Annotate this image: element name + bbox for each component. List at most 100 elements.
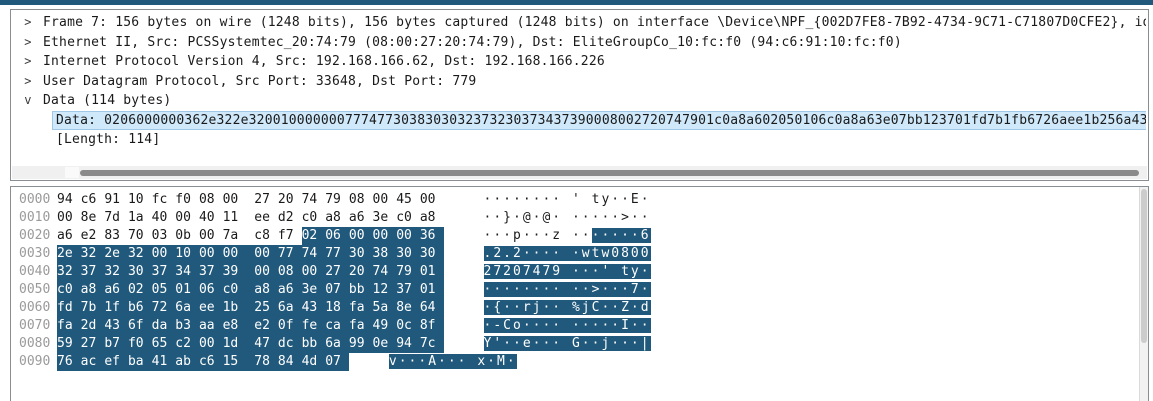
ascii-char[interactable]: ·: [611, 192, 621, 207]
ascii-char[interactable]: ·: [601, 210, 611, 225]
ascii-char[interactable]: ·: [458, 354, 468, 369]
hex-byte[interactable]: 91: [104, 191, 128, 209]
ascii-char[interactable]: w: [582, 246, 592, 261]
ascii-char[interactable]: ·: [484, 192, 494, 207]
tree-row[interactable]: >User Datagram Protocol, Src Port: 33648…: [11, 72, 1146, 92]
hex-byte[interactable]: 06: [199, 281, 223, 299]
hex-byte[interactable]: 27: [81, 335, 105, 353]
ascii-char[interactable]: ·: [503, 282, 513, 297]
hex-byte[interactable]: 37: [152, 263, 176, 281]
ascii-char[interactable]: [562, 228, 572, 243]
hex-byte[interactable]: d2: [278, 209, 302, 227]
hex-byte[interactable]: 10: [128, 191, 152, 209]
hex-byte[interactable]: 00: [199, 245, 223, 263]
ascii-char[interactable]: ·: [621, 282, 631, 297]
hex-byte[interactable]: ee: [199, 299, 223, 317]
ascii-char[interactable]: ': [493, 336, 503, 351]
hex-byte[interactable]: 0f: [278, 317, 302, 335]
hex-byte[interactable]: 79: [396, 263, 420, 281]
ascii-char[interactable]: ·: [513, 192, 523, 207]
hex-byte[interactable]: 8f: [420, 317, 444, 335]
hex-byte[interactable]: 12: [373, 281, 397, 299]
hex-byte[interactable]: 11: [223, 209, 255, 227]
ascii-char[interactable]: ·: [493, 192, 503, 207]
hex-byte[interactable]: 18: [325, 299, 349, 317]
hex-byte[interactable]: 3e: [302, 281, 326, 299]
ascii-char[interactable]: j: [601, 336, 611, 351]
ascii-char[interactable]: ·: [418, 354, 428, 369]
ascii-char[interactable]: [562, 210, 572, 225]
hex-byte[interactable]: 1d: [223, 335, 255, 353]
hex-byte[interactable]: da: [152, 317, 176, 335]
ascii-char[interactable]: .: [503, 246, 513, 261]
ascii-char[interactable]: ·: [503, 228, 513, 243]
ascii-char[interactable]: t: [592, 192, 602, 207]
ascii-char[interactable]: ·: [631, 336, 641, 351]
ascii-char[interactable]: ': [601, 264, 611, 279]
ascii-char[interactable]: j: [533, 300, 543, 315]
hex-row[interactable]: 000094c69110fcf008002720747908004500····…: [11, 191, 651, 209]
hex-byte[interactable]: ab: [175, 353, 199, 371]
hex-byte[interactable]: c8: [254, 227, 278, 245]
hex-byte[interactable]: 32: [128, 245, 152, 263]
hex-byte[interactable]: 32: [104, 263, 128, 281]
ascii-char[interactable]: ·: [399, 354, 409, 369]
hex-byte[interactable]: 27: [325, 263, 349, 281]
ascii-char[interactable]: ·: [503, 300, 513, 315]
hex-byte[interactable]: 37: [81, 263, 105, 281]
ascii-char[interactable]: ·: [601, 228, 611, 243]
hex-byte[interactable]: 25: [254, 299, 278, 317]
hex-row[interactable]: 009076acefba41abc61578844d07v···A··· x·M…: [11, 353, 651, 371]
ascii-char[interactable]: ·: [582, 210, 592, 225]
ascii-char[interactable]: ·: [611, 318, 621, 333]
hex-byte[interactable]: b7: [104, 335, 128, 353]
hex-byte[interactable]: 43: [104, 317, 128, 335]
ascii-char[interactable]: >: [592, 282, 602, 297]
ascii-char[interactable]: ·: [513, 210, 523, 225]
ascii-char[interactable]: 0: [641, 246, 651, 261]
hex-byte[interactable]: fa: [349, 317, 373, 335]
ascii-char[interactable]: ·: [601, 318, 611, 333]
ascii-char[interactable]: Z: [621, 300, 631, 315]
hex-row[interactable]: 0010008e7d1a40004011eed2c0a8a63ec0a8··}·…: [11, 209, 651, 227]
ascii-char[interactable]: 2: [493, 246, 503, 261]
hex-byte[interactable]: ac: [81, 353, 105, 371]
ascii-char[interactable]: x: [477, 354, 487, 369]
ascii-char[interactable]: ·: [523, 318, 533, 333]
hex-byte[interactable]: 77: [325, 245, 349, 263]
hex-byte[interactable]: 15: [223, 353, 255, 371]
hex-byte[interactable]: 6a: [325, 335, 349, 353]
hex-byte[interactable]: 5a: [373, 299, 397, 317]
hex-byte[interactable]: 77: [278, 245, 302, 263]
hex-byte[interactable]: 32: [81, 245, 105, 263]
hex-byte[interactable]: 7b: [81, 299, 105, 317]
ascii-char[interactable]: 7: [523, 264, 533, 279]
ascii-char[interactable]: ·: [533, 318, 543, 333]
hex-byte[interactable]: 4d: [302, 353, 326, 371]
chevron-right-icon[interactable]: >: [19, 52, 37, 72]
hex-row[interactable]: 0040323732303734373900080027207479012720…: [11, 263, 651, 281]
hex-byte[interactable]: 30: [420, 245, 444, 263]
hex-byte[interactable]: 00: [254, 245, 278, 263]
hex-byte[interactable]: aa: [199, 317, 223, 335]
ascii-char[interactable]: @: [523, 210, 533, 225]
ascii-char[interactable]: y: [631, 264, 641, 279]
ascii-char[interactable]: ·: [582, 336, 592, 351]
chevron-down-icon[interactable]: v: [19, 91, 37, 111]
hex-byte[interactable]: 7c: [420, 335, 444, 353]
hex-byte[interactable]: 78: [254, 353, 278, 371]
horizontal-scrollbar-thumb[interactable]: [80, 170, 1139, 176]
ascii-char[interactable]: e: [523, 336, 533, 351]
hex-byte[interactable]: a6: [278, 281, 302, 299]
ascii-char[interactable]: I: [621, 318, 631, 333]
ascii-char[interactable]: [562, 318, 572, 333]
ascii-char[interactable]: ·: [493, 210, 503, 225]
hex-byte[interactable]: 2e: [104, 245, 128, 263]
hex-byte[interactable]: f7: [278, 227, 302, 245]
ascii-char[interactable]: ·: [641, 210, 651, 225]
hex-byte[interactable]: 0e: [373, 335, 397, 353]
ascii-char[interactable]: ·: [503, 192, 513, 207]
hex-byte[interactable]: 0c: [396, 317, 420, 335]
ascii-char[interactable]: ·: [533, 210, 543, 225]
hex-byte[interactable]: ef: [104, 353, 128, 371]
